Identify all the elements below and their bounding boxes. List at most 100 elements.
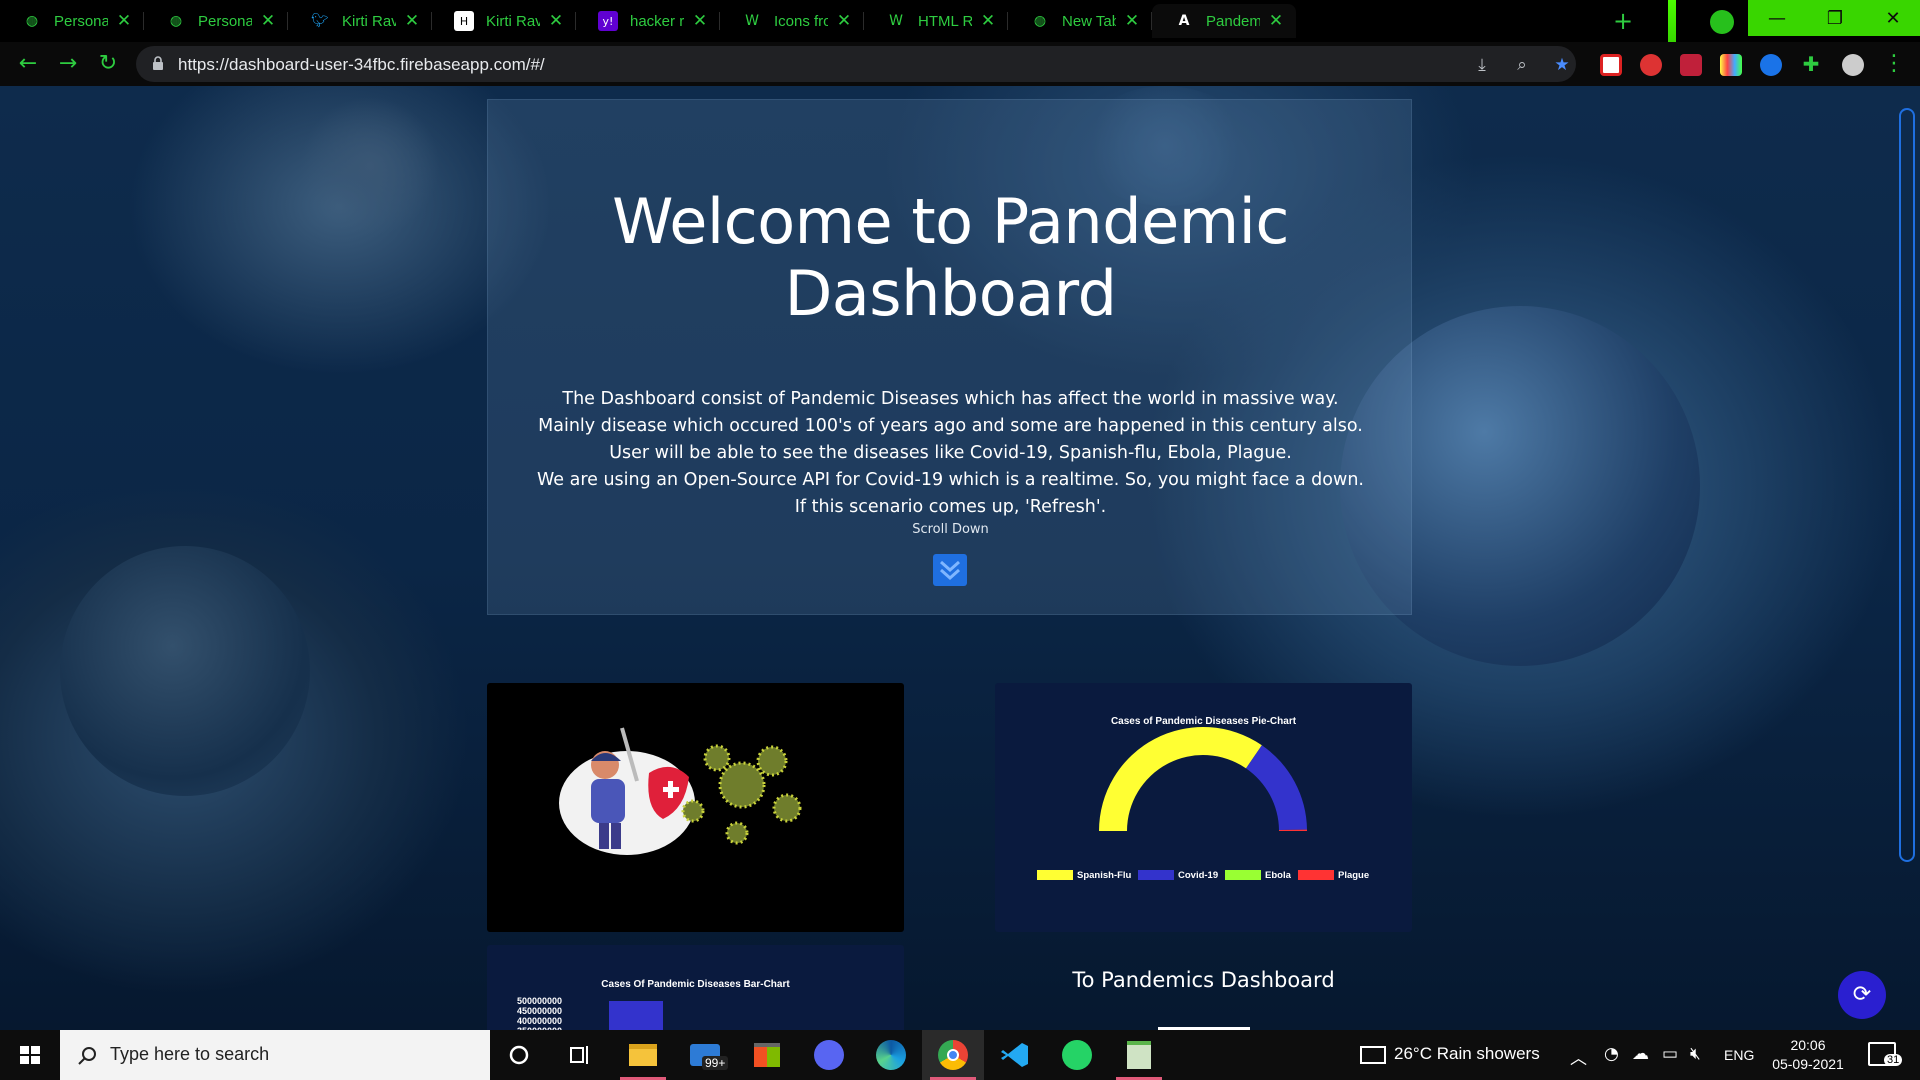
edge-icon[interactable] — [860, 1030, 922, 1080]
minimize-icon[interactable]: — — [1748, 0, 1806, 36]
task-view-icon[interactable] — [550, 1030, 612, 1080]
refresh-button[interactable]: ⟳ — [1838, 971, 1886, 1019]
bar-chart-card: Cases Of Pandemic Diseases Bar-Chart 500… — [487, 945, 904, 1030]
volume-muted-icon[interactable]: 🔇︎ — [1690, 1044, 1701, 1064]
close-tab-icon[interactable]: ✕ — [258, 11, 278, 31]
taskbar-search-box[interactable]: Type here to search — [60, 1030, 490, 1080]
new-tab-button[interactable]: + — [1608, 6, 1638, 36]
doctor-fighting-virus-illustration — [559, 727, 802, 855]
chevron-down-icon — [940, 560, 960, 581]
globe-icon: ◍ — [169, 13, 183, 29]
legend-swatch — [1298, 870, 1334, 880]
tab[interactable]: 🐦︎ Kirti Ravindra P ✕ — [288, 4, 432, 38]
description-line: Mainly disease which occured 100's of ye… — [538, 416, 1363, 436]
wifi-icon[interactable]: ◔ — [1604, 1044, 1619, 1064]
y-tick-label: 450000000 — [517, 1006, 563, 1016]
onedrive-icon[interactable]: ☁ — [1632, 1044, 1649, 1064]
legend-label: Ebola — [1265, 869, 1291, 881]
legend-item-covid-19[interactable]: Covid-19 — [1138, 869, 1218, 881]
store-icon[interactable] — [736, 1030, 798, 1080]
address-bar[interactable]: https://dashboard-user-34fbc.firebaseapp… — [136, 46, 1576, 82]
vscode-icon[interactable] — [984, 1030, 1046, 1080]
pie-slice-spanish-flu[interactable] — [1099, 727, 1262, 831]
extension-color-icon[interactable] — [1720, 54, 1742, 76]
extensions-puzzle-icon[interactable]: ✚ — [1800, 54, 1822, 76]
install-app-icon[interactable]: ⤓ — [1472, 55, 1492, 75]
close-tab-icon[interactable]: ✕ — [690, 11, 710, 31]
close-tab-icon[interactable]: ✕ — [114, 11, 134, 31]
legend-label: Spanish-Flu — [1077, 869, 1132, 881]
back-arrow-icon[interactable]: ← — [14, 50, 42, 78]
app-a-icon: A — [1178, 13, 1190, 29]
weather-widget[interactable]: 26°C Rain showers — [1360, 1044, 1540, 1064]
hero-description: The Dashboard consist of Pandemic Diseas… — [518, 386, 1383, 521]
language-indicator[interactable]: ENG — [1724, 1047, 1754, 1063]
tab[interactable]: y! hacker rank ico ✕ — [576, 4, 720, 38]
close-tab-icon[interactable]: ✕ — [402, 11, 422, 31]
clock-date: 05-09-2021 — [1772, 1056, 1844, 1072]
clock[interactable]: 20:06 05-09-2021 — [1768, 1036, 1848, 1074]
discord-icon[interactable] — [798, 1030, 860, 1080]
tab[interactable]: ◍ Personal Portfo ✕ — [144, 4, 288, 38]
tab-title: Personal Portfo — [54, 12, 108, 30]
chrome-icon[interactable] — [922, 1030, 984, 1080]
battery-icon[interactable]: ▭ — [1662, 1044, 1678, 1064]
description-line: If this scenario comes up, 'Refresh'. — [794, 497, 1107, 517]
extension-red-icon[interactable] — [1640, 54, 1662, 76]
tab-title: Personal Portfo — [198, 12, 252, 30]
zoom-icon[interactable]: ⌕ — [1512, 55, 1532, 75]
pie-slice-covid-19[interactable] — [1246, 745, 1307, 830]
extension-shield-icon[interactable] — [1680, 54, 1702, 76]
dashboard-link-heading[interactable]: To Pandemics Dashboard — [995, 968, 1412, 992]
windows-logo-icon — [20, 1046, 40, 1064]
hero-panel: Welcome to Pandemic Dashboard The Dashbo… — [487, 99, 1412, 615]
close-window-icon[interactable]: ✕ — [1864, 0, 1920, 36]
tab[interactable]: H Kirti Ravindra P ✕ — [432, 4, 576, 38]
show-hidden-icons-chevron-icon[interactable]: ︿ — [1570, 1044, 1587, 1069]
close-tab-icon[interactable]: ✕ — [546, 11, 566, 31]
w3schools-icon: W — [745, 13, 759, 29]
whatsapp-icon[interactable] — [1046, 1030, 1108, 1080]
tab[interactable]: A Pandemic ✕ — [1152, 4, 1296, 38]
legend-item-spanish-flu[interactable]: Spanish-Flu — [1037, 869, 1131, 881]
profile-avatar-icon[interactable] — [1710, 10, 1734, 34]
mail-icon[interactable]: 99+ — [674, 1030, 736, 1080]
page-title: Welcome to Pandemic Dashboard — [612, 185, 1289, 330]
legend-label: Covid-19 — [1178, 869, 1219, 881]
y-tick-label: 400000000 — [517, 1016, 563, 1026]
tab[interactable]: W Icons from For ✕ — [720, 4, 864, 38]
reload-icon[interactable]: ↻ — [94, 50, 122, 78]
browser-toolbar: ← → ↻ https://dashboard-user-34fbc.fireb… — [0, 42, 1920, 86]
tab[interactable]: W HTML Referen ✕ — [864, 4, 1008, 38]
notifications-icon[interactable]: 31 — [1868, 1042, 1903, 1066]
pocket-extension-icon[interactable] — [1600, 54, 1622, 76]
tab[interactable]: ◍ New Tab ✕ — [1008, 4, 1152, 38]
close-tab-icon[interactable]: ✕ — [1266, 11, 1286, 31]
file-explorer-icon[interactable] — [612, 1030, 674, 1080]
bar-spanish-flu[interactable] — [609, 1001, 663, 1030]
start-button[interactable] — [0, 1030, 60, 1080]
close-tab-icon[interactable]: ✕ — [1122, 11, 1142, 31]
bookmark-star-icon[interactable]: ★ — [1552, 55, 1572, 75]
scroll-down-button[interactable] — [933, 554, 967, 586]
restore-icon[interactable]: ❐ — [1806, 0, 1864, 36]
menu-kebab-icon[interactable]: ⋮ — [1880, 50, 1908, 78]
close-tab-icon[interactable]: ✕ — [834, 11, 854, 31]
close-tab-icon[interactable]: ✕ — [978, 11, 998, 31]
legend-swatch — [1037, 870, 1073, 880]
page-scrollbar[interactable] — [1899, 108, 1915, 862]
weather-icon — [1360, 1045, 1386, 1064]
notepad-icon[interactable] — [1108, 1030, 1170, 1080]
user-avatar[interactable] — [1842, 54, 1864, 76]
tab[interactable]: ◍ Personal Portfo ✕ — [0, 4, 144, 38]
weather-text: 26°C Rain showers — [1394, 1044, 1540, 1063]
scroll-down-label: Scroll Down — [912, 522, 989, 537]
y-tick-label: 500000000 — [517, 996, 563, 1006]
extension-blue-icon[interactable] — [1760, 54, 1782, 76]
tab-title: HTML Referen — [918, 12, 972, 30]
legend-item-plague[interactable]: Plague — [1298, 869, 1369, 881]
legend-item-ebola[interactable]: Ebola — [1225, 869, 1291, 881]
cortana-icon[interactable] — [488, 1030, 550, 1080]
forward-arrow-icon[interactable]: → — [54, 50, 82, 78]
search-icon — [78, 1047, 96, 1065]
